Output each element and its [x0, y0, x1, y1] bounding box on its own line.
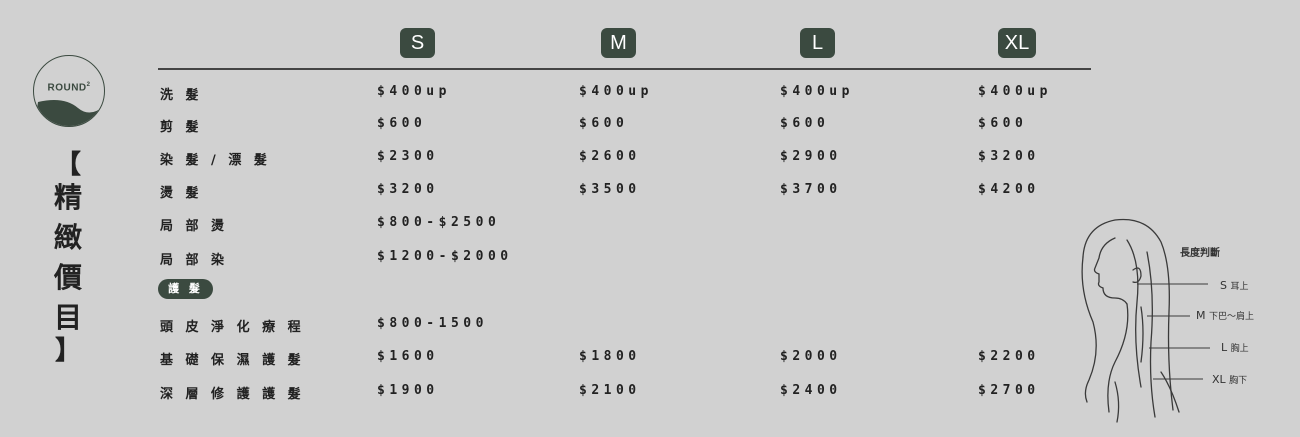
size-header-xl: XL [998, 28, 1036, 58]
service-label: 剪 髮 [160, 120, 203, 135]
price-l: $3700 [780, 182, 842, 197]
price-m: $2100 [579, 383, 641, 398]
size-header-m: M [601, 28, 636, 58]
service-label: 頭 皮 淨 化 療 程 [160, 320, 305, 335]
price-m: $600 [579, 116, 629, 131]
section-pill-hair-care: 護 髮 [158, 279, 213, 299]
brand-logo: ROUND2 [33, 55, 105, 127]
service-label: 基 礎 保 濕 護 髮 [160, 353, 305, 368]
price-xl: $2200 [978, 349, 1040, 364]
length-marker-s: S 耳上 [1220, 279, 1249, 292]
length-marker-l: L 胸上 [1221, 341, 1249, 354]
price-s: $2300 [377, 149, 439, 164]
price-s: $1900 [377, 383, 439, 398]
price-l: $2900 [780, 149, 842, 164]
price-l: $2400 [780, 383, 842, 398]
brand-name: ROUND2 [47, 82, 91, 94]
price-xl: $2700 [978, 383, 1040, 398]
price-m: $1800 [579, 349, 641, 364]
price-m: $400up [579, 84, 653, 99]
length-marker-m: M 下巴～肩上 [1196, 309, 1255, 322]
price-xl: $3200 [978, 149, 1040, 164]
price-s: $400up [377, 84, 451, 99]
price-s: $1200-$2000 [377, 249, 513, 264]
service-label: 局 部 染 [160, 253, 229, 268]
price-l: $400up [780, 84, 854, 99]
price-l: $600 [780, 116, 830, 131]
size-header-l: L [800, 28, 835, 58]
page-title: 【 精 緻 價 目 】 [53, 150, 82, 366]
price-s: $1600 [377, 349, 439, 364]
size-header-s: S [400, 28, 435, 58]
price-xl: $400up [978, 84, 1052, 99]
service-label: 局 部 燙 [160, 219, 229, 234]
price-xl: $600 [978, 116, 1028, 131]
price-s: $3200 [377, 182, 439, 197]
price-s: $800-$2500 [377, 215, 501, 230]
service-label: 染 髮 / 漂 髮 [160, 153, 271, 168]
price-xl: $4200 [978, 182, 1040, 197]
service-label: 深 層 修 護 護 髮 [160, 387, 305, 402]
length-guide-title: 長度判斷 [1180, 248, 1220, 259]
price-m: $2600 [579, 149, 641, 164]
header-divider [158, 68, 1091, 70]
length-marker-xl: XL 胸下 [1212, 373, 1248, 386]
service-label: 洗 髮 [160, 88, 203, 103]
price-m: $3500 [579, 182, 641, 197]
price-s: $600 [377, 116, 427, 131]
price-s: $800-1500 [377, 316, 488, 331]
price-l: $2000 [780, 349, 842, 364]
service-label: 燙 髮 [160, 186, 203, 201]
